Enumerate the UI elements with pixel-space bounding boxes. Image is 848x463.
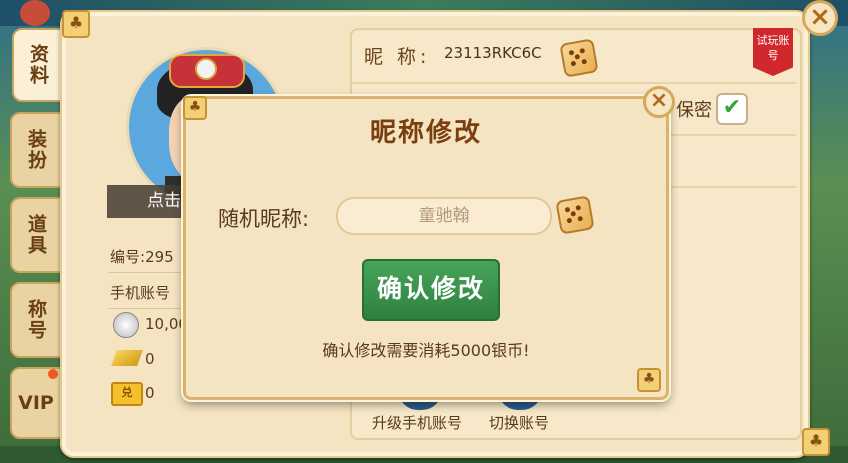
random-nickname-label: 随机昵称: xyxy=(218,207,310,231)
club-icon: ♣ xyxy=(637,368,661,392)
tab-items[interactable]: 道具 xyxy=(10,197,62,273)
dialog-title: 昵称修改 xyxy=(369,118,482,148)
background-avatar xyxy=(20,0,50,26)
close-icon[interactable]: × xyxy=(802,0,838,36)
tab-outfit[interactable]: 装扮 xyxy=(10,112,62,188)
dice-icon[interactable] xyxy=(555,195,595,235)
silver-coin-icon xyxy=(113,312,139,338)
divider xyxy=(352,82,796,84)
trial-account-badge: 试玩账号 xyxy=(753,28,793,76)
notification-dot xyxy=(48,369,58,379)
nickname-value: 23113RKC6C xyxy=(444,44,542,62)
tab-profile-label: 资料 xyxy=(27,44,49,86)
user-id-label: 编号: xyxy=(110,248,146,266)
divider xyxy=(108,308,188,309)
club-icon: ♣ xyxy=(62,10,90,38)
club-icon: ♣ xyxy=(802,428,830,456)
check-icon[interactable]: ✔ xyxy=(716,93,748,125)
nickname-label: 昵 称: xyxy=(364,46,431,68)
tab-outfit-label: 装扮 xyxy=(25,129,47,171)
user-id: 编号:295 xyxy=(110,246,174,267)
cost-note: 确认修改需要消耗5000银币! xyxy=(322,341,530,360)
phone-account-label: 手机账号 xyxy=(110,284,171,302)
nickname-input[interactable]: 童驰翰 xyxy=(336,197,552,235)
secret-label: 保密 xyxy=(676,100,712,121)
upgrade-phone-label: 升级手机账号 xyxy=(372,414,463,432)
confirm-button[interactable]: 确认修改 xyxy=(362,259,500,321)
gold-amount: 0 xyxy=(145,350,155,368)
tab-vip-label: VIP xyxy=(18,392,54,414)
divider xyxy=(108,272,188,273)
switch-account-label: 切换账号 xyxy=(489,414,550,432)
ticket-icon: 兑 xyxy=(111,382,143,406)
silver-amount: 10,00 xyxy=(145,315,188,333)
tab-titles-label: 称号 xyxy=(25,299,47,341)
user-id-value: 295 xyxy=(145,248,174,266)
tab-titles[interactable]: 称号 xyxy=(10,282,62,358)
dice-icon[interactable] xyxy=(559,38,599,78)
avatar-gem xyxy=(195,58,217,80)
ticket-amount: 0 xyxy=(145,384,155,402)
tab-items-label: 道具 xyxy=(25,214,47,256)
tab-profile[interactable]: 资料 xyxy=(12,28,64,102)
